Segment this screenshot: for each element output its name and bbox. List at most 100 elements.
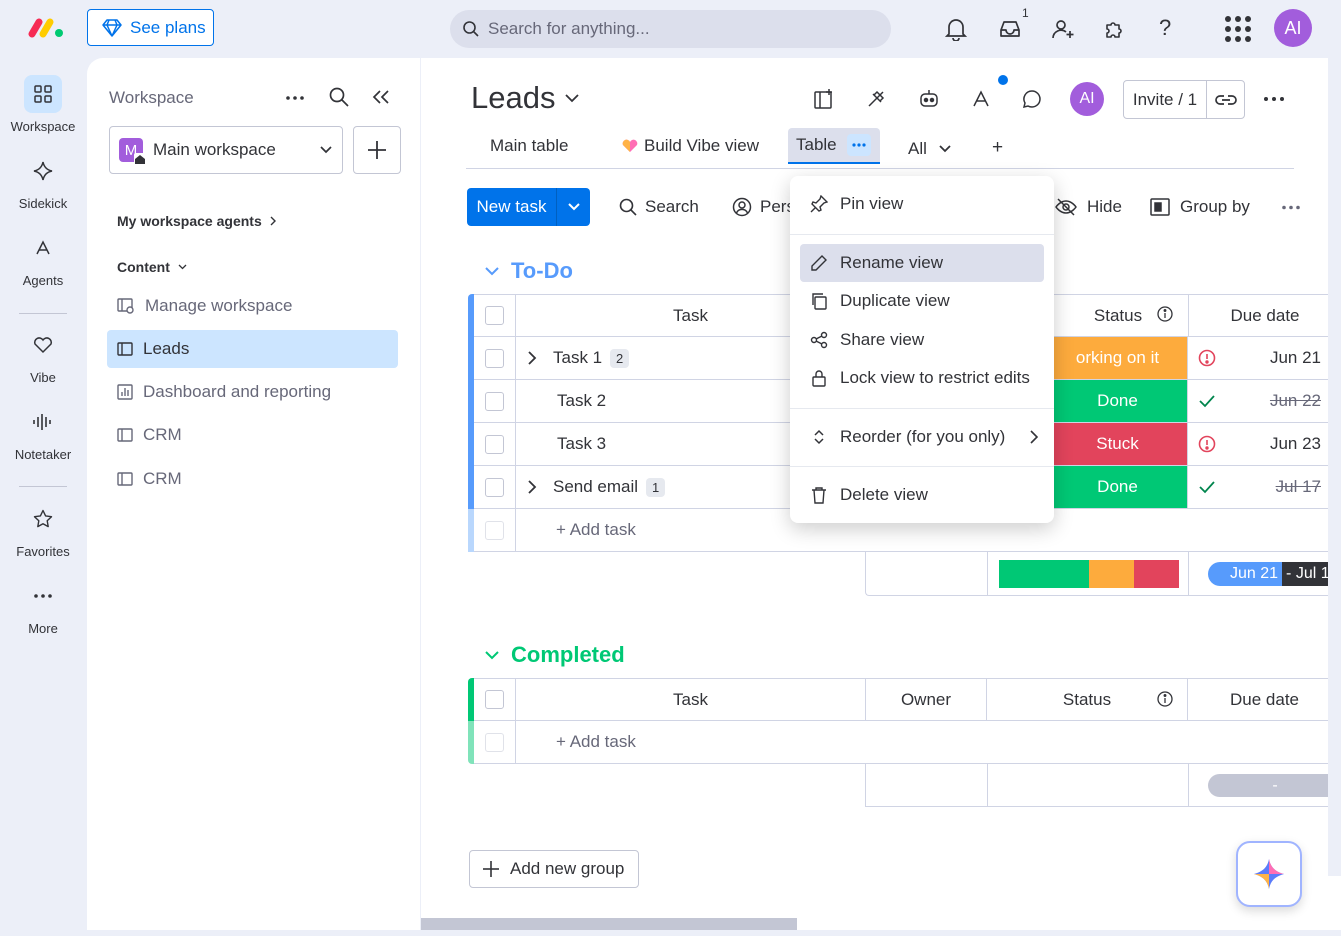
tab-options-icon[interactable] xyxy=(846,134,871,156)
select-all-checkbox[interactable] xyxy=(474,678,516,721)
due-date-cell[interactable]: Jun 21 xyxy=(1188,337,1341,380)
group-by-button[interactable]: Group by xyxy=(1150,197,1250,217)
automation-robot-icon[interactable] xyxy=(918,88,940,110)
vertical-scrollbar-track[interactable] xyxy=(1328,58,1341,876)
toolbar-more-icon[interactable] xyxy=(1281,205,1301,210)
rail-item-notetaker[interactable]: Notetaker xyxy=(0,403,86,462)
rail-item-agents[interactable]: Agents xyxy=(0,229,86,288)
tab-all-dropdown[interactable]: All xyxy=(908,139,951,159)
grid-icon xyxy=(24,75,62,113)
top-bar: See plans Search for anything... 1 ? AI xyxy=(0,0,1341,58)
rail-item-more[interactable]: More xyxy=(0,577,86,636)
board-more-icon[interactable] xyxy=(1263,96,1285,102)
workspace-panel: Workspace M Main workspace My workspace … xyxy=(87,58,420,930)
person-filter-button[interactable]: Pers xyxy=(732,197,795,217)
column-header-due-date[interactable]: Due date xyxy=(1188,294,1341,337)
group-header-completed[interactable]: Completed xyxy=(485,642,625,668)
row-checkbox[interactable] xyxy=(474,337,516,380)
row-checkbox[interactable] xyxy=(474,380,516,423)
nav-item-crm[interactable]: CRM xyxy=(107,460,398,498)
row-checkbox[interactable] xyxy=(474,423,516,466)
menu-item-duplicate-view[interactable]: Duplicate view xyxy=(800,282,1044,320)
rail-item-favorites[interactable]: Favorites xyxy=(0,500,86,559)
due-date-cell[interactable]: Jun 23 xyxy=(1188,423,1341,466)
see-plans-button[interactable]: See plans xyxy=(87,9,214,46)
rail-label: Favorites xyxy=(16,544,70,559)
sidebar-toggle-icon[interactable] xyxy=(813,88,835,110)
rail-item-vibe[interactable]: Vibe xyxy=(0,326,86,385)
tab-table[interactable]: Table xyxy=(788,128,880,164)
user-avatar[interactable]: AI xyxy=(1274,9,1312,47)
new-task-button[interactable]: New task xyxy=(467,188,590,226)
menu-item-rename-view[interactable]: Rename view xyxy=(800,244,1044,282)
global-search-input[interactable]: Search for anything... xyxy=(450,10,891,48)
menu-item-reorder[interactable]: Reorder (for you only) xyxy=(800,418,1044,456)
board-user-avatar[interactable]: AI xyxy=(1070,82,1104,116)
add-new-group-button[interactable]: Add new group xyxy=(469,850,639,888)
search-icon[interactable] xyxy=(329,87,349,107)
workspace-agents-link[interactable]: My workspace agents xyxy=(117,213,277,229)
add-button[interactable] xyxy=(353,126,401,174)
search-board-button[interactable]: Search xyxy=(619,197,699,217)
chevron-right-icon[interactable] xyxy=(528,480,537,494)
timeline-summary[interactable]: Jun 21 - Jul 17 xyxy=(1208,562,1341,586)
nav-item-leads[interactable]: Leads xyxy=(107,330,398,368)
inbox-icon[interactable] xyxy=(998,17,1022,41)
due-date-cell[interactable]: Jun 22 xyxy=(1188,380,1341,423)
status-cell[interactable]: Stuck xyxy=(1048,423,1188,466)
nav-item-dashboard[interactable]: Dashboard and reporting xyxy=(107,373,398,411)
due-date-cell[interactable]: Jul 17 xyxy=(1188,466,1341,509)
horizontal-scrollbar[interactable] xyxy=(421,918,797,930)
board-icon xyxy=(117,428,133,442)
nav-item-manage-workspace[interactable]: Manage workspace xyxy=(107,287,398,325)
collapse-panel-icon[interactable] xyxy=(372,89,390,105)
agents-icon[interactable] xyxy=(970,88,992,110)
integrate-icon[interactable] xyxy=(865,88,887,110)
invite-members-icon[interactable] xyxy=(1051,17,1075,41)
status-cell[interactable]: Done xyxy=(1048,466,1188,509)
content-section-toggle[interactable]: Content xyxy=(117,259,187,275)
comment-icon[interactable] xyxy=(1021,88,1043,110)
sidekick-floating-button[interactable] xyxy=(1236,841,1302,907)
rail-item-sidekick[interactable]: Sidekick xyxy=(0,152,86,211)
tab-build-vibe-view[interactable]: Build Vibe view xyxy=(622,136,759,156)
apps-grid-icon[interactable] xyxy=(1224,15,1252,43)
chevron-down-icon xyxy=(320,146,332,154)
puzzle-icon[interactable] xyxy=(1103,17,1127,41)
menu-item-pin-view[interactable]: Pin view xyxy=(800,185,1044,223)
status-summary-bar[interactable] xyxy=(999,560,1179,588)
column-header-task[interactable]: Task xyxy=(516,678,866,721)
hide-label: Hide xyxy=(1087,197,1122,216)
group-header-todo[interactable]: To-Do xyxy=(485,258,573,284)
row-checkbox[interactable] xyxy=(474,466,516,509)
rail-item-workspace[interactable]: Workspace xyxy=(0,75,86,134)
timeline-summary[interactable]: - xyxy=(1208,774,1341,797)
select-all-checkbox[interactable] xyxy=(474,294,516,337)
column-header-owner[interactable]: Owner xyxy=(866,678,987,721)
status-cell[interactable]: orking on it xyxy=(1048,337,1188,380)
nav-item-crm[interactable]: CRM xyxy=(107,416,398,454)
workspace-selector[interactable]: M Main workspace xyxy=(109,126,343,174)
info-icon[interactable] xyxy=(1157,306,1173,322)
menu-item-delete-view[interactable]: Delete view xyxy=(800,476,1044,514)
tab-main-table[interactable]: Main table xyxy=(490,136,568,156)
search-icon xyxy=(619,198,637,216)
chevron-down-icon[interactable] xyxy=(557,188,590,226)
chevron-right-icon[interactable] xyxy=(528,351,537,365)
add-view-button[interactable]: + xyxy=(992,137,1003,159)
monday-logo[interactable] xyxy=(28,16,64,40)
menu-item-share-view[interactable]: Share view xyxy=(800,321,1044,359)
board-title[interactable]: Leads xyxy=(471,80,580,116)
bell-icon[interactable] xyxy=(945,17,967,41)
help-icon[interactable]: ? xyxy=(1159,15,1171,41)
hide-columns-button[interactable]: Hide xyxy=(1055,197,1122,217)
column-header-due-date[interactable]: Due date xyxy=(1188,678,1341,721)
status-cell[interactable]: Done xyxy=(1048,380,1188,423)
menu-item-lock-view[interactable]: Lock view to restrict edits xyxy=(800,359,1044,397)
link-icon[interactable] xyxy=(1207,94,1244,106)
add-task-input[interactable]: + Add task xyxy=(516,721,1341,764)
eye-off-icon xyxy=(1055,198,1077,216)
invite-button[interactable]: Invite / 1 xyxy=(1123,80,1245,119)
more-options-icon[interactable] xyxy=(285,95,305,101)
info-icon[interactable] xyxy=(1157,691,1173,707)
